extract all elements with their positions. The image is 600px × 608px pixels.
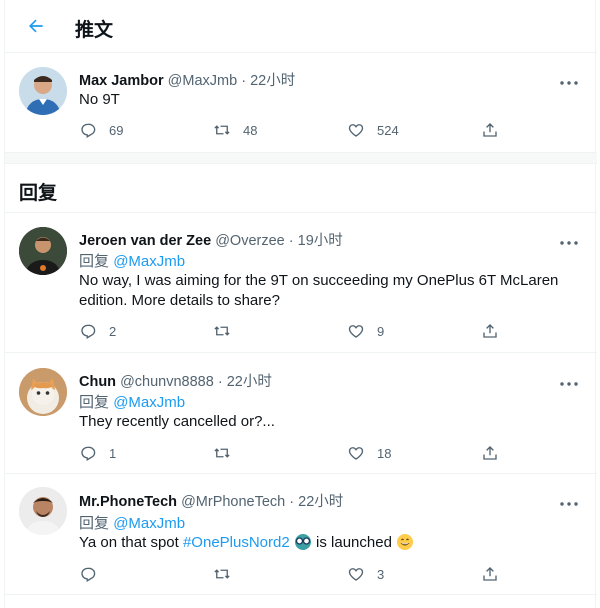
retweet-button[interactable]	[213, 563, 243, 585]
author-handle[interactable]: @MrPhoneTech	[181, 494, 285, 510]
retweet-button[interactable]	[213, 442, 243, 464]
author-name[interactable]: Jeroen van der Zee	[79, 233, 211, 249]
more-options-button[interactable]	[559, 73, 579, 85]
retweet-icon	[214, 569, 230, 579]
tweet-meta: Max Jambor @MaxJmb · 22小时	[79, 73, 296, 89]
mention-link[interactable]: @MaxJmb	[113, 253, 185, 270]
timestamp[interactable]: 22小时	[227, 374, 272, 390]
reply-icon	[81, 123, 96, 138]
sunglasses-emoji-icon	[294, 534, 311, 550]
replying-to: 回复 @MaxJmb	[79, 253, 186, 270]
reply-count: 1	[109, 445, 117, 461]
back-button[interactable]	[23, 13, 49, 39]
more-icon	[560, 502, 578, 506]
heart-icon	[348, 325, 364, 338]
author-handle[interactable]: @Overzee	[215, 233, 285, 249]
more-options-button[interactable]	[559, 374, 579, 386]
retweet-button[interactable]: 48	[213, 119, 257, 141]
arrow-left-icon	[29, 19, 43, 33]
timestamp[interactable]: 22小时	[298, 494, 343, 510]
more-options-button[interactable]	[559, 494, 579, 506]
grinning-face-emoji-icon	[397, 534, 414, 550]
tweet-text: Ya on that spot #OnePlusNord2 is launche…	[79, 533, 414, 553]
tweet-meta: Jeroen van der Zee @Overzee · 19小时	[79, 233, 343, 249]
main-tweet[interactable]: Max Jambor @MaxJmb · 22小时 No 9T 69 48 52…	[5, 53, 597, 152]
tweet-text: They recently cancelled or?...	[79, 413, 275, 430]
share-button[interactable]	[481, 320, 499, 342]
replies-heading: 回复	[19, 182, 58, 204]
timeline-column: 推文 Max Jambor @MaxJmb · 22小时 No 9T 69 48	[4, 0, 597, 608]
tweet-actions: 2 9	[79, 320, 519, 342]
like-count: 524	[377, 122, 399, 138]
hashtag-link[interactable]: #OnePlusNord2	[183, 534, 290, 551]
tweet-actions: 3	[79, 563, 519, 585]
reply-tweet[interactable]: Chun @chunvn8888 · 22小时 回复 @MaxJmb They …	[5, 354, 597, 474]
heart-icon	[348, 447, 364, 460]
mention-link[interactable]: @MaxJmb	[113, 515, 185, 532]
share-icon	[483, 324, 497, 338]
reply-icon	[81, 567, 96, 582]
like-count: 9	[377, 323, 385, 339]
like-button[interactable]: 18	[347, 442, 391, 464]
share-icon	[483, 446, 497, 460]
share-button[interactable]	[481, 563, 499, 585]
share-button[interactable]	[481, 119, 499, 141]
avatar[interactable]	[19, 67, 67, 115]
author-handle[interactable]: @chunvn8888	[120, 374, 214, 390]
retweet-button[interactable]	[213, 320, 243, 342]
retweet-count: 48	[243, 122, 258, 138]
reply-icon	[81, 324, 96, 339]
reply-count: 2	[109, 323, 117, 339]
reply-count: 69	[109, 122, 124, 138]
avatar[interactable]	[19, 487, 67, 535]
like-count: 3	[377, 566, 385, 582]
reply-button[interactable]	[79, 563, 109, 585]
retweet-icon	[214, 326, 230, 336]
tweet-text: No way, I was aiming for the 9T on succe…	[79, 272, 559, 309]
reply-button[interactable]: 1	[79, 442, 116, 464]
reply-icon	[81, 446, 96, 461]
timestamp[interactable]: 19小时	[298, 233, 343, 249]
reply-button[interactable]: 2	[79, 320, 116, 342]
share-icon	[483, 123, 497, 137]
like-button[interactable]: 9	[347, 320, 384, 342]
author-name[interactable]: Mr.PhoneTech	[79, 494, 177, 510]
heart-icon	[348, 124, 364, 137]
section-divider	[5, 152, 597, 164]
author-name[interactable]: Chun	[79, 374, 116, 390]
share-icon	[483, 567, 497, 581]
replying-to: 回复 @MaxJmb	[79, 394, 186, 411]
reply-tweet[interactable]: Mr.PhoneTech @MrPhoneTech · 22小时 回复 @Max…	[5, 475, 597, 595]
tweet-actions: 1 18	[79, 442, 519, 464]
avatar[interactable]	[19, 227, 67, 275]
reply-tweet[interactable]: Jeroen van der Zee @Overzee · 19小时 回复 @M…	[5, 213, 597, 353]
reply-button[interactable]: 69	[79, 119, 123, 141]
more-icon	[560, 81, 578, 85]
tweet-meta: Mr.PhoneTech @MrPhoneTech · 22小时	[79, 494, 344, 510]
tweet-text: No 9T	[79, 91, 120, 108]
page-title: 推文	[75, 19, 114, 41]
author-name[interactable]: Max Jambor	[79, 73, 164, 89]
retweet-icon	[214, 125, 230, 135]
page-header: 推文	[5, 0, 597, 53]
more-options-button[interactable]	[559, 233, 579, 245]
retweet-icon	[214, 448, 230, 458]
more-icon	[560, 241, 578, 245]
heart-icon	[348, 568, 364, 581]
timestamp[interactable]: 22小时	[250, 73, 295, 89]
tweet-meta: Chun @chunvn8888 · 22小时	[79, 374, 272, 390]
author-handle[interactable]: @MaxJmb	[168, 73, 238, 89]
mention-link[interactable]: @MaxJmb	[113, 394, 185, 411]
like-count: 18	[377, 445, 392, 461]
more-icon	[560, 382, 578, 386]
replying-to: 回复 @MaxJmb	[79, 515, 186, 532]
share-button[interactable]	[481, 442, 499, 464]
avatar[interactable]	[19, 368, 67, 416]
like-button[interactable]: 524	[347, 119, 399, 141]
like-button[interactable]: 3	[347, 563, 384, 585]
tweet-actions: 69 48 524	[79, 119, 519, 141]
